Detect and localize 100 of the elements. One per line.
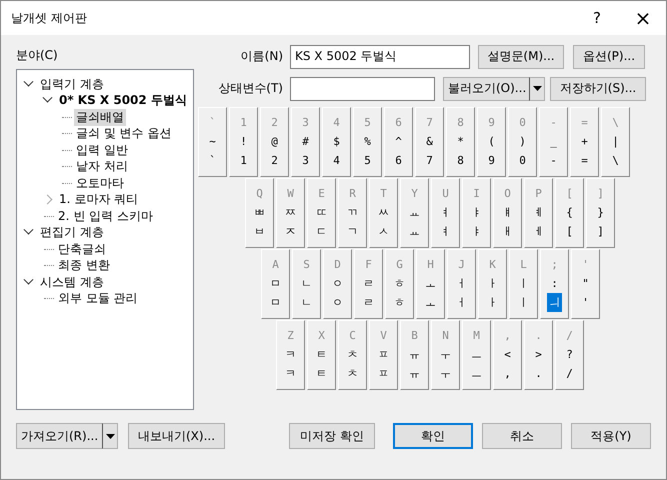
keyboard-key[interactable]: A ㅁ ㅁ [261, 249, 290, 319]
tree-item[interactable]: 글쇠 및 변수 옵션 [74, 125, 174, 142]
tree-item[interactable]: 글쇠배열 [74, 108, 126, 126]
keyboard-key[interactable]: ` ~ ` [198, 107, 227, 177]
shifted-character: ㅍ [377, 347, 390, 363]
key-label: ' [582, 257, 589, 273]
shifted-character: ) [518, 134, 527, 150]
keyboard-key[interactable]: J ㅓ ㅓ [447, 249, 476, 319]
keyboard-key[interactable]: W ㅉ ㅈ [276, 178, 305, 248]
keyboard-key[interactable]: , < , [493, 320, 522, 390]
keyboard-key[interactable]: E ㄸ ㄷ [307, 178, 336, 248]
key-label: Y [411, 186, 418, 202]
keyboard-key[interactable]: T ㅆ ㅅ [369, 178, 398, 248]
keyboard-key[interactable]: Y ㅛ ㅛ [400, 178, 429, 248]
shifted-character: } [596, 205, 605, 221]
keyboard-key[interactable]: G ㅎ ㅎ [385, 249, 414, 319]
keyboard-key[interactable]: 7 & 7 [415, 107, 444, 177]
keyboard-key[interactable]: 0 ) 0 [508, 107, 537, 177]
apply-button[interactable]: 적용(Y) [571, 423, 651, 449]
shifted-character: ㅁ [269, 276, 282, 292]
help-button[interactable]: ? [574, 1, 620, 35]
close-button[interactable]: × [620, 1, 666, 35]
tree-item[interactable]: 외부 모듈 관리 [56, 290, 140, 308]
key-label: 0 [519, 115, 526, 131]
description-button[interactable]: 설명문(M)... [478, 44, 564, 68]
options-button[interactable]: 옵션(P)... [573, 44, 645, 68]
keyboard-key[interactable]: U ㅕ ㅕ [431, 178, 460, 248]
shifted-character: _ [549, 134, 558, 150]
cancel-button[interactable]: 취소 [482, 423, 562, 449]
keyboard-key[interactable]: Q ㅃ ㅂ [245, 178, 274, 248]
tree-item[interactable]: 편집기 계층 [38, 224, 106, 242]
keyboard-key[interactable]: 8 * 8 [446, 107, 475, 177]
keyboard-key[interactable]: 3 # 3 [291, 107, 320, 177]
dropdown-button[interactable] [102, 423, 118, 449]
shifted-character: ㄹ [362, 276, 375, 292]
keyboard-key[interactable]: . > . [524, 320, 553, 390]
base-character: ㅋ [284, 366, 297, 382]
keyboard-key[interactable]: = + = [570, 107, 599, 177]
shifted-character: ^ [394, 134, 403, 150]
keyboard-key[interactable]: N ㅜ ㅜ [431, 320, 460, 390]
ok-button[interactable]: 확인 [393, 423, 473, 449]
tree-item[interactable]: 2. 빈 입력 스키마 [56, 208, 155, 225]
keyboard-key[interactable]: K ㅏ ㅏ [478, 249, 507, 319]
tree-item[interactable]: 0* KS X 5002 두벌식 [57, 92, 189, 110]
shifted-character: ㅓ [455, 276, 468, 292]
keyboard-key[interactable]: [ { [ [555, 178, 584, 248]
keyboard-key[interactable]: I ㅑ ㅑ [462, 178, 491, 248]
tree-item[interactable]: 오토마타 [74, 174, 126, 192]
keyboard-key[interactable]: S ㄴ ㄴ [292, 249, 321, 319]
shifted-character: ㄲ [346, 205, 359, 221]
key-label: V [380, 328, 387, 344]
shifted-character: ㅖ [532, 205, 545, 221]
keyboard-key[interactable]: \ | \ [601, 107, 630, 177]
keyboard-key[interactable]: Z ㅋ ㅋ [276, 320, 305, 390]
key-label: O [504, 186, 511, 202]
import-button[interactable]: 가져오기(R)... [16, 423, 102, 449]
load-button[interactable]: 불러오기(O)... [443, 76, 529, 100]
tree-item[interactable]: 단축글쇠 [56, 240, 108, 258]
shifted-character: > [534, 347, 543, 363]
tree-item[interactable]: 시스템 계층 [38, 274, 106, 291]
keyboard-key[interactable]: H ㅗ ㅗ [416, 249, 445, 319]
state-variable-field[interactable] [290, 76, 435, 100]
keyboard-key[interactable]: 4 $ 4 [322, 107, 351, 177]
keyboard-key[interactable]: P ㅖ ㅔ [524, 178, 553, 248]
tree-item[interactable]: 입력 일반 [74, 142, 130, 159]
key-label: H [427, 257, 434, 273]
base-character: / [565, 366, 574, 382]
shifted-character: # [301, 134, 310, 150]
keyboard-key[interactable]: ] } ] [586, 178, 615, 248]
keyboard-key[interactable]: M ㅡ ㅡ [462, 320, 491, 390]
keyboard-key[interactable]: ; : ㅢ [540, 249, 569, 319]
keyboard-key[interactable]: F ㄹ ㄹ [354, 249, 383, 319]
base-character: ㅡ [470, 366, 483, 382]
keyboard-key[interactable]: V ㅍ ㅍ [369, 320, 398, 390]
keyboard-key[interactable]: B ㅠ ㅠ [400, 320, 429, 390]
base-character: ㅍ [377, 366, 390, 382]
keyboard-key[interactable]: 2 @ 2 [260, 107, 289, 177]
tree-item[interactable]: 최종 변환 [56, 257, 112, 274]
tree-item[interactable]: 입력기 계층 [38, 76, 106, 93]
keyboard-key[interactable]: L ㅣ ㅣ [509, 249, 538, 319]
keyboard-key[interactable]: 1 ! 1 [229, 107, 258, 177]
export-button[interactable]: 내보내기(X)... [128, 423, 225, 449]
unsaved-check-button[interactable]: 미저장 확인 [289, 423, 375, 449]
keyboard-key[interactable]: D ㅇ ㅇ [323, 249, 352, 319]
keyboard-key[interactable]: R ㄲ ㄱ [338, 178, 367, 248]
tree-item[interactable]: 낱자 처리 [74, 158, 130, 176]
name-field[interactable]: KS X 5002 두벌식 [290, 44, 470, 68]
tree-item[interactable]: 1. 로마자 쿼티 [57, 191, 140, 208]
keyboard-key[interactable]: 5 % 5 [353, 107, 382, 177]
keyboard-key[interactable]: - _ - [539, 107, 568, 177]
state-variable-label: 상태변수(T) [217, 80, 283, 97]
keyboard-key[interactable]: / ? / [555, 320, 584, 390]
keyboard-key[interactable]: 9 ( 9 [477, 107, 506, 177]
dropdown-button[interactable] [529, 76, 545, 100]
save-button[interactable]: 저장하기(S)... [550, 76, 646, 100]
keyboard-key[interactable]: C ㅊ ㅊ [338, 320, 367, 390]
keyboard-key[interactable]: 6 ^ 6 [384, 107, 413, 177]
keyboard-key[interactable]: ' " ' [571, 249, 600, 319]
keyboard-key[interactable]: O ㅒ ㅐ [493, 178, 522, 248]
keyboard-key[interactable]: X ㅌ ㅌ [307, 320, 336, 390]
